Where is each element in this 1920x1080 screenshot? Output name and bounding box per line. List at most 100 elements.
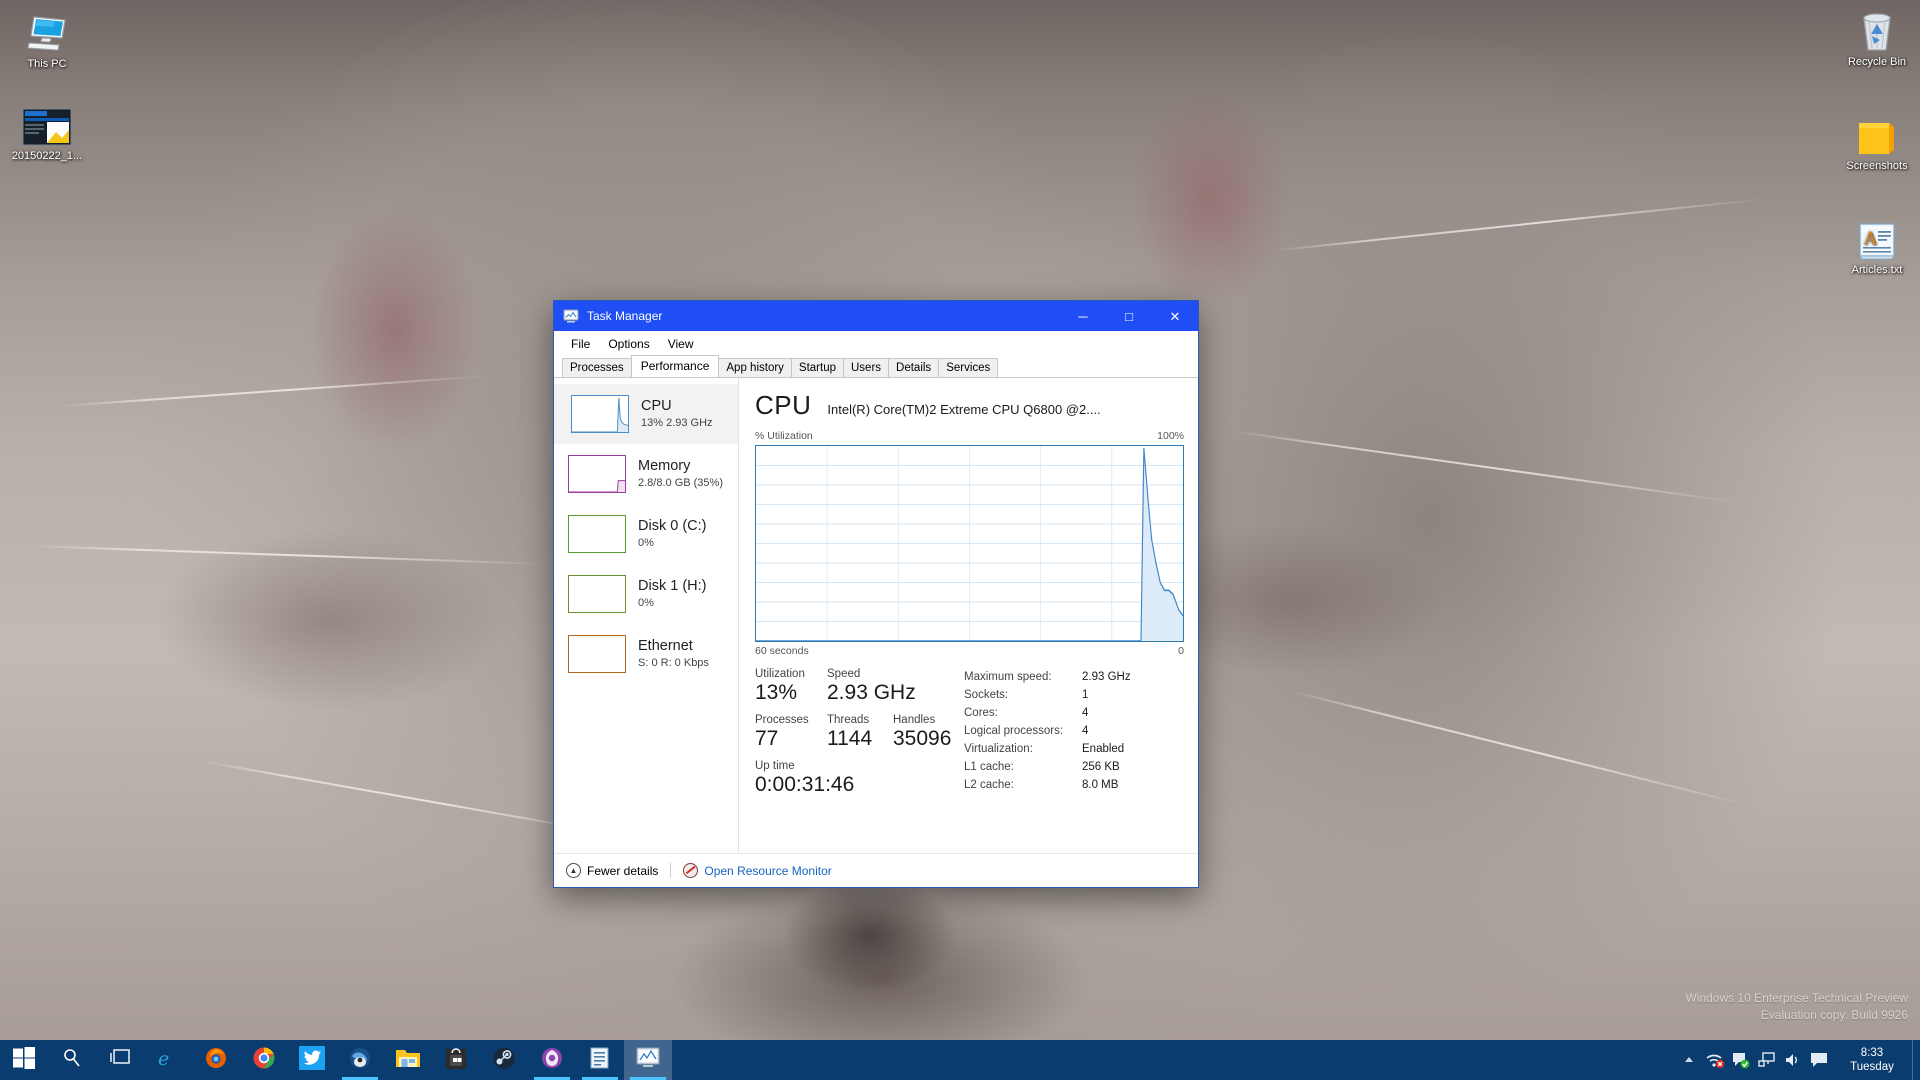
tab-processes[interactable]: Processes: [562, 358, 632, 377]
image-thumbnail-icon: [8, 100, 86, 146]
fewer-details-button[interactable]: ▲ Fewer details: [566, 863, 658, 878]
cpu-stats-info: Maximum speed: 2.93 GHz Sockets: 1 Cores…: [960, 668, 1184, 806]
thunderbird-button[interactable]: [336, 1040, 384, 1080]
info-key: Sockets:: [964, 689, 1009, 701]
task-manager-icon: [636, 1047, 660, 1074]
file-explorer-button[interactable]: [384, 1040, 432, 1080]
stat-value: 77: [755, 727, 779, 750]
clock[interactable]: 8:33 Tuesday: [1832, 1040, 1912, 1080]
open-resource-monitor-link[interactable]: Open Resource Monitor: [683, 863, 832, 878]
info-row-maximum-speed: Maximum speed: 2.93 GHz: [964, 668, 1184, 686]
resource-item-memory[interactable]: Memory 2.8/8.0 GB (35%): [554, 444, 738, 504]
resource-name: Memory: [638, 458, 691, 475]
close-button[interactable]: ✕: [1152, 301, 1198, 331]
resource-item-ethernet[interactable]: Ethernet S: 0 R: 0 Kbps: [554, 624, 738, 684]
document-icon: [589, 1046, 611, 1075]
menu-item-options[interactable]: Options: [599, 335, 658, 353]
chrome-button[interactable]: [240, 1040, 288, 1080]
info-key: L2 cache:: [964, 779, 1014, 791]
stat-speed: Speed 2.93 GHz: [827, 668, 916, 706]
cpu-utilization-graph[interactable]: [755, 445, 1184, 642]
search-button[interactable]: [48, 1040, 96, 1080]
resource-item-text: Ethernet S: 0 R: 0 Kbps: [638, 638, 709, 669]
security-ok-icon[interactable]: [1728, 1040, 1754, 1080]
taskbar[interactable]: e 8:33 Tuesday: [0, 1040, 1920, 1080]
tab-users[interactable]: Users: [843, 358, 890, 377]
stat-label: Processes: [755, 714, 809, 726]
footer-divider: [670, 863, 672, 878]
desktop[interactable]: This PC 20150222_1... Recycle Bin Screen…: [0, 0, 1920, 1080]
open-resource-monitor-label: Open Resource Monitor: [704, 863, 832, 878]
menu-item-file[interactable]: File: [562, 335, 599, 353]
window-title-bar[interactable]: Task Manager ─ □ ✕: [554, 301, 1198, 331]
tab-details[interactable]: Details: [888, 358, 940, 377]
folder-icon: [1838, 110, 1916, 156]
tab-app-history[interactable]: App history: [718, 358, 792, 377]
volume-icon[interactable]: [1780, 1040, 1806, 1080]
store-button[interactable]: [432, 1040, 480, 1080]
start-button[interactable]: [0, 1040, 48, 1080]
show-desktop-button[interactable]: [1912, 1040, 1920, 1080]
desktop-icon-recycle-bin[interactable]: Recycle Bin: [1838, 6, 1916, 69]
desktop-icon-this-pc[interactable]: This PC: [8, 8, 86, 71]
maximize-button[interactable]: □: [1106, 301, 1152, 331]
minimize-button[interactable]: ─: [1060, 301, 1106, 331]
task-view-button[interactable]: [96, 1040, 144, 1080]
desktop-icon-label: This PC: [27, 58, 67, 70]
cpu-header: CPU Intel(R) Core(TM)2 Extreme CPU Q6800…: [755, 390, 1184, 421]
network-icon[interactable]: [1754, 1040, 1780, 1080]
stat-value: 13%: [755, 681, 798, 704]
tab-startup[interactable]: Startup: [790, 358, 844, 377]
media-player-button[interactable]: [528, 1040, 576, 1080]
menu-item-view[interactable]: View: [659, 335, 703, 353]
info-row-l2-cache: L2 cache: 8.0 MB: [964, 776, 1184, 794]
show-hidden-icons-button[interactable]: [1676, 1040, 1702, 1080]
whisker: [59, 375, 490, 407]
graph-gridlines: [756, 446, 1183, 641]
tab-services[interactable]: Services: [938, 358, 999, 377]
svg-text:e: e: [158, 1048, 169, 1070]
notepad-button[interactable]: [576, 1040, 624, 1080]
info-value: 4: [1082, 725, 1089, 737]
windows-evaluation-watermark: Windows 10 Enterprise Technical Preview …: [1685, 990, 1908, 1024]
whisker: [1229, 430, 1746, 505]
info-row-logical-processors: Logical processors: 4: [964, 722, 1184, 740]
resource-sub: 0%: [638, 537, 654, 550]
system-tray[interactable]: 8:33 Tuesday: [1676, 1040, 1920, 1080]
stat-label: Handles: [893, 714, 936, 726]
stat-processes: Processes 77: [755, 714, 827, 752]
resource-item-cpu[interactable]: CPU 13% 2.93 GHz: [554, 384, 738, 444]
task-manager-window[interactable]: Task Manager ─ □ ✕ File Options View Pro…: [553, 300, 1199, 888]
twitter-button[interactable]: [288, 1040, 336, 1080]
desktop-icon-screenshots-folder[interactable]: Screenshots: [1838, 110, 1916, 173]
clock-date: Tuesday: [1850, 1061, 1894, 1073]
firefox-button[interactable]: [192, 1040, 240, 1080]
resource-item-disk-1[interactable]: Disk 1 (H:) 0%: [554, 564, 738, 624]
menu-bar[interactable]: File Options View: [554, 331, 1198, 356]
resource-sub: 13% 2.93 GHz: [641, 417, 713, 430]
steam-button[interactable]: [480, 1040, 528, 1080]
resource-name: Disk 1 (H:): [638, 578, 707, 595]
resource-item-disk-0[interactable]: Disk 0 (C:) 0%: [554, 504, 738, 564]
search-icon: [62, 1048, 82, 1073]
cpu-stats-primary: Utilization 13% Speed 2.93 GHz Processes: [755, 668, 960, 806]
task-manager-button[interactable]: [624, 1040, 672, 1080]
resource-sub: 0%: [638, 597, 654, 610]
tab-bar[interactable]: Processes Performance App history Startu…: [554, 355, 1198, 378]
action-center-icon[interactable]: [1806, 1040, 1832, 1080]
desktop-icon-screenshot-file[interactable]: 20150222_1...: [8, 100, 86, 163]
info-value: 256 KB: [1082, 761, 1120, 773]
resource-monitor-icon: [683, 863, 699, 878]
info-value: 8.0 MB: [1082, 779, 1119, 791]
info-value: 2.93 GHz: [1082, 671, 1131, 683]
folder-icon: [395, 1047, 421, 1074]
resource-list[interactable]: CPU 13% 2.93 GHz Memory 2.8/8.0 GB (35%): [554, 378, 739, 853]
desktop-icon-label: Articles.txt: [1851, 264, 1903, 276]
info-value: Enabled: [1082, 743, 1125, 755]
info-key: Maximum speed:: [964, 671, 1052, 683]
memory-sparkline: [568, 455, 626, 493]
tab-performance[interactable]: Performance: [630, 355, 720, 377]
desktop-icon-articles-txt[interactable]: A Articles.txt: [1838, 214, 1916, 277]
network-error-icon[interactable]: [1702, 1040, 1728, 1080]
internet-explorer-button[interactable]: e: [144, 1040, 192, 1080]
